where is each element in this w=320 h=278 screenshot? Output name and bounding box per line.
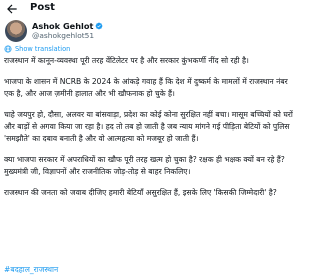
show-translation-label[interactable]: Show translation	[15, 45, 70, 53]
author-handle[interactable]: @ashokgehlot51	[32, 31, 103, 41]
author-name[interactable]: Ashok Gehlot	[32, 21, 93, 31]
verified-badge-icon	[95, 22, 103, 30]
globe-icon	[4, 45, 12, 53]
post-paragraph-4: क्या भाजपा सरकार में अपराधियों का खौफ पू…	[4, 155, 285, 176]
hashtag-link[interactable]: #बदहाल_राजस्थान	[4, 264, 58, 276]
author-block: Ashok Gehlot @ashokgehlot51	[32, 21, 103, 41]
arrow-left-icon[interactable]	[5, 2, 19, 16]
post-body: राजस्थान में कानून-व्यवस्था पूरी तरह वें…	[4, 55, 296, 208]
post-paragraph-5: राजस्थान की जनता को जवाब दीजिए हमारी बेट…	[4, 188, 277, 197]
author-name-row: Ashok Gehlot	[32, 21, 103, 31]
avatar[interactable]	[5, 20, 27, 42]
post-paragraph-1: राजस्थान में कानून-व्यवस्था पूरी तरह वें…	[4, 56, 249, 65]
show-translation-link[interactable]: Show translation	[4, 45, 70, 53]
post-paragraph-3: चाहे जयपुर हो, दौसा, अलवर या बांसवाड़ा, …	[4, 110, 293, 143]
page-title: Post	[30, 2, 55, 13]
post-paragraph-2: भाजपा के शासन में NCRB के 2024 के आंकड़े…	[4, 77, 288, 98]
top-bar: Post	[0, 0, 300, 18]
